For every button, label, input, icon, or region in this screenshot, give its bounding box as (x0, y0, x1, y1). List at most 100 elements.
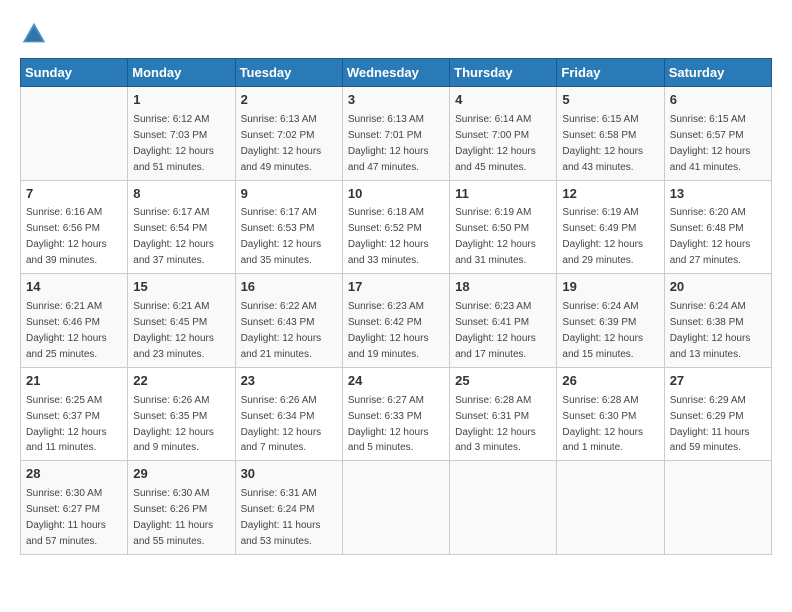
header-day-monday: Monday (128, 59, 235, 87)
header-day-tuesday: Tuesday (235, 59, 342, 87)
day-number: 6 (670, 91, 766, 110)
day-number: 20 (670, 278, 766, 297)
day-info: Sunrise: 6:22 AM Sunset: 6:43 PM Dayligh… (241, 301, 322, 360)
day-number: 18 (455, 278, 551, 297)
day-cell: 28 Sunrise: 6:30 AM Sunset: 6:27 PM Dayli… (21, 461, 128, 555)
day-info: Sunrise: 6:21 AM Sunset: 6:46 PM Dayligh… (26, 301, 107, 360)
day-info: Sunrise: 6:19 AM Sunset: 6:50 PM Dayligh… (455, 207, 536, 266)
day-number: 24 (348, 372, 444, 391)
day-info: Sunrise: 6:26 AM Sunset: 6:35 PM Dayligh… (133, 395, 214, 454)
day-info: Sunrise: 6:30 AM Sunset: 6:26 PM Dayligh… (133, 488, 213, 547)
day-info: Sunrise: 6:24 AM Sunset: 6:39 PM Dayligh… (562, 301, 643, 360)
day-info: Sunrise: 6:13 AM Sunset: 7:02 PM Dayligh… (241, 114, 322, 173)
day-number: 28 (26, 465, 122, 484)
header-row: SundayMondayTuesdayWednesdayThursdayFrid… (21, 59, 772, 87)
header-day-friday: Friday (557, 59, 664, 87)
day-number: 8 (133, 185, 229, 204)
day-number: 22 (133, 372, 229, 391)
day-cell: 24 Sunrise: 6:27 AM Sunset: 6:33 PM Dayli… (342, 367, 449, 461)
day-cell: 3 Sunrise: 6:13 AM Sunset: 7:01 PM Daylig… (342, 87, 449, 181)
week-row-4: 21 Sunrise: 6:25 AM Sunset: 6:37 PM Dayli… (21, 367, 772, 461)
day-info: Sunrise: 6:18 AM Sunset: 6:52 PM Dayligh… (348, 207, 429, 266)
day-number: 21 (26, 372, 122, 391)
page-header (20, 20, 772, 48)
day-info: Sunrise: 6:15 AM Sunset: 6:58 PM Dayligh… (562, 114, 643, 173)
day-info: Sunrise: 6:20 AM Sunset: 6:48 PM Dayligh… (670, 207, 751, 266)
day-info: Sunrise: 6:23 AM Sunset: 6:41 PM Dayligh… (455, 301, 536, 360)
day-number: 30 (241, 465, 337, 484)
day-cell: 2 Sunrise: 6:13 AM Sunset: 7:02 PM Daylig… (235, 87, 342, 181)
day-cell: 14 Sunrise: 6:21 AM Sunset: 6:46 PM Dayli… (21, 274, 128, 368)
day-info: Sunrise: 6:27 AM Sunset: 6:33 PM Dayligh… (348, 395, 429, 454)
day-number: 1 (133, 91, 229, 110)
day-cell: 27Sunrise: 6:29 AM Sunset: 6:29 PM Dayli… (664, 367, 771, 461)
day-info: Sunrise: 6:21 AM Sunset: 6:45 PM Dayligh… (133, 301, 214, 360)
day-cell (557, 461, 664, 555)
day-cell: 26 Sunrise: 6:28 AM Sunset: 6:30 PM Dayli… (557, 367, 664, 461)
day-cell: 7 Sunrise: 6:16 AM Sunset: 6:56 PM Daylig… (21, 180, 128, 274)
day-cell: 9 Sunrise: 6:17 AM Sunset: 6:53 PM Daylig… (235, 180, 342, 274)
day-info: Sunrise: 6:15 AM Sunset: 6:57 PM Dayligh… (670, 114, 751, 173)
day-info: Sunrise: 6:16 AM Sunset: 6:56 PM Dayligh… (26, 207, 107, 266)
header-day-wednesday: Wednesday (342, 59, 449, 87)
day-number: 17 (348, 278, 444, 297)
calendar-table: SundayMondayTuesdayWednesdayThursdayFrid… (20, 58, 772, 555)
day-number: 9 (241, 185, 337, 204)
day-info: Sunrise: 6:13 AM Sunset: 7:01 PM Dayligh… (348, 114, 429, 173)
day-info: Sunrise: 6:28 AM Sunset: 6:30 PM Dayligh… (562, 395, 643, 454)
day-info: Sunrise: 6:31 AM Sunset: 6:24 PM Dayligh… (241, 488, 321, 547)
day-number: 26 (562, 372, 658, 391)
day-cell (21, 87, 128, 181)
day-number: 29 (133, 465, 229, 484)
day-info: Sunrise: 6:14 AM Sunset: 7:00 PM Dayligh… (455, 114, 536, 173)
day-number: 2 (241, 91, 337, 110)
day-cell: 1 Sunrise: 6:12 AM Sunset: 7:03 PM Daylig… (128, 87, 235, 181)
week-row-3: 14 Sunrise: 6:21 AM Sunset: 6:46 PM Dayli… (21, 274, 772, 368)
day-number: 25 (455, 372, 551, 391)
day-number: 7 (26, 185, 122, 204)
day-cell: 12 Sunrise: 6:19 AM Sunset: 6:49 PM Dayli… (557, 180, 664, 274)
week-row-5: 28 Sunrise: 6:30 AM Sunset: 6:27 PM Dayli… (21, 461, 772, 555)
day-cell: 17 Sunrise: 6:23 AM Sunset: 6:42 PM Dayli… (342, 274, 449, 368)
calendar-header: SundayMondayTuesdayWednesdayThursdayFrid… (21, 59, 772, 87)
day-cell: 18 Sunrise: 6:23 AM Sunset: 6:41 PM Dayli… (450, 274, 557, 368)
day-cell: 25 Sunrise: 6:28 AM Sunset: 6:31 PM Dayli… (450, 367, 557, 461)
day-cell: 20 Sunrise: 6:24 AM Sunset: 6:38 PM Dayli… (664, 274, 771, 368)
logo (20, 20, 52, 48)
day-number: 5 (562, 91, 658, 110)
day-info: Sunrise: 6:17 AM Sunset: 6:54 PM Dayligh… (133, 207, 214, 266)
day-number: 23 (241, 372, 337, 391)
calendar-body: 1 Sunrise: 6:12 AM Sunset: 7:03 PM Daylig… (21, 87, 772, 555)
day-info: Sunrise: 6:19 AM Sunset: 6:49 PM Dayligh… (562, 207, 643, 266)
day-cell: 16Sunrise: 6:22 AM Sunset: 6:43 PM Dayli… (235, 274, 342, 368)
day-number: 15 (133, 278, 229, 297)
day-cell: 13Sunrise: 6:20 AM Sunset: 6:48 PM Dayli… (664, 180, 771, 274)
day-number: 14 (26, 278, 122, 297)
logo-icon (20, 20, 48, 48)
header-day-saturday: Saturday (664, 59, 771, 87)
day-number: 3 (348, 91, 444, 110)
day-cell: 6 Sunrise: 6:15 AM Sunset: 6:57 PM Daylig… (664, 87, 771, 181)
day-number: 12 (562, 185, 658, 204)
day-number: 10 (348, 185, 444, 204)
day-number: 4 (455, 91, 551, 110)
day-info: Sunrise: 6:28 AM Sunset: 6:31 PM Dayligh… (455, 395, 536, 454)
day-cell: 11 Sunrise: 6:19 AM Sunset: 6:50 PM Dayli… (450, 180, 557, 274)
day-cell: 15 Sunrise: 6:21 AM Sunset: 6:45 PM Dayli… (128, 274, 235, 368)
day-info: Sunrise: 6:12 AM Sunset: 7:03 PM Dayligh… (133, 114, 214, 173)
day-cell: 8 Sunrise: 6:17 AM Sunset: 6:54 PM Daylig… (128, 180, 235, 274)
day-info: Sunrise: 6:23 AM Sunset: 6:42 PM Dayligh… (348, 301, 429, 360)
day-cell: 5 Sunrise: 6:15 AM Sunset: 6:58 PM Daylig… (557, 87, 664, 181)
day-cell (664, 461, 771, 555)
day-number: 11 (455, 185, 551, 204)
day-info: Sunrise: 6:24 AM Sunset: 6:38 PM Dayligh… (670, 301, 751, 360)
day-cell: 22 Sunrise: 6:26 AM Sunset: 6:35 PM Dayli… (128, 367, 235, 461)
day-info: Sunrise: 6:25 AM Sunset: 6:37 PM Dayligh… (26, 395, 107, 454)
day-info: Sunrise: 6:30 AM Sunset: 6:27 PM Dayligh… (26, 488, 106, 547)
day-info: Sunrise: 6:29 AM Sunset: 6:29 PM Dayligh… (670, 395, 750, 454)
header-day-thursday: Thursday (450, 59, 557, 87)
day-cell (450, 461, 557, 555)
day-cell: 30 Sunrise: 6:31 AM Sunset: 6:24 PM Dayli… (235, 461, 342, 555)
day-info: Sunrise: 6:17 AM Sunset: 6:53 PM Dayligh… (241, 207, 322, 266)
day-cell (342, 461, 449, 555)
